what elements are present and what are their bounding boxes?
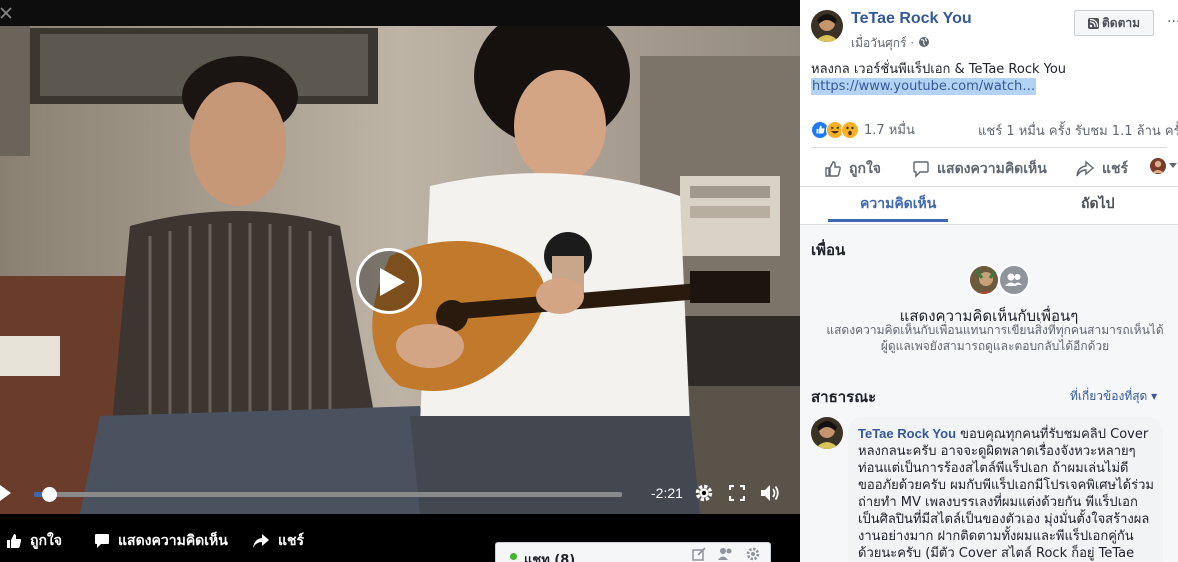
- tab-next[interactable]: ถัดไป: [1081, 193, 1115, 215]
- play-icon: [380, 268, 405, 296]
- comment-label: แสดงความคิดเห็น: [937, 161, 1047, 177]
- friends-desc-line1: แสดงความคิดเห็นกับเพื่อนแทนการเขียนสิ่งท…: [826, 323, 1164, 337]
- video-like-label: ถูกใจ: [30, 533, 62, 549]
- post-text: หลงกล เวอร์ชั่นพีแร็ปเอก & TeTae Rock Yo…: [811, 62, 1067, 77]
- comment-outline-icon: [913, 161, 929, 178]
- video-share-button[interactable]: แชร์: [252, 530, 304, 552]
- like-label: ถูกใจ: [849, 161, 881, 177]
- share-label: แชร์: [1102, 161, 1129, 177]
- comment-author[interactable]: TeTae Rock You: [858, 426, 956, 441]
- page-name-link[interactable]: TeTae Rock You: [851, 10, 972, 28]
- friends-group-icon: [998, 264, 1030, 296]
- comment-body: ขอบคุณทุกคนที่รับชมคลิป Cover หลงกลนะครั…: [858, 427, 1154, 561]
- online-status-dot: [510, 553, 517, 560]
- video-comment-label: แสดงความคิดเห็น: [118, 533, 228, 549]
- divider: [800, 186, 1178, 187]
- comment-icon: [95, 534, 109, 548]
- post-link[interactable]: https://www.youtube.com/watch…: [811, 78, 1037, 95]
- user-avatar-small: [1150, 158, 1166, 174]
- post-stats[interactable]: แชร์ 1 หมื่น ครั้ง รับชม 1.1 ล้าน ครั้ง: [978, 120, 1178, 141]
- chat-settings-icon[interactable]: [746, 547, 760, 562]
- page-avatar[interactable]: [811, 10, 843, 42]
- commenter-avatar[interactable]: [811, 417, 843, 449]
- settings-gear-icon[interactable]: [694, 483, 714, 507]
- post-time-text: เมื่อวันศุกร์ ·: [851, 36, 915, 50]
- video-like-button[interactable]: ถูกใจ: [6, 530, 62, 552]
- post-side-panel: TeTae Rock You เมื่อวันศุกร์ · ติดตาม ··…: [800, 0, 1178, 562]
- chat-bar[interactable]: แชท (8): [495, 542, 771, 562]
- public-section-title: สาธารณะ: [811, 388, 877, 406]
- video-player[interactable]: -2:21 ถูกใจ แสดงความคิดเห็น แชร์ แชท (8): [0, 0, 800, 562]
- video-comment-button[interactable]: แสดงความคิดเห็น: [94, 530, 228, 552]
- thumbs-up-icon: [7, 534, 22, 548]
- friends-section-title: เพื่อน: [811, 241, 846, 259]
- comment-bubble: TeTae Rock You ขอบคุณทุกคนที่รับชมคลิป C…: [848, 417, 1163, 562]
- friends-desc-line2: ผู้ดูแลเพจยังสามารถดูและตอบกลับได้อีกด้ว…: [880, 339, 1110, 353]
- video-share-label: แชร์: [278, 533, 305, 549]
- share-outline-icon: [1076, 160, 1095, 177]
- reactions-count: 1.7 หมื่น: [864, 123, 915, 138]
- wow-reaction-icon: [841, 120, 859, 139]
- progress-bar[interactable]: [34, 487, 622, 502]
- progress-scrubber[interactable]: [41, 487, 57, 502]
- play-small-icon[interactable]: [0, 485, 12, 505]
- add-people-icon[interactable]: [718, 547, 734, 562]
- share-arrow-icon: [253, 534, 269, 548]
- sort-dropdown[interactable]: ที่เกี่ยวข้องที่สุด ▾: [1070, 387, 1157, 406]
- comment-button[interactable]: แสดงความคิดเห็น: [912, 158, 1047, 180]
- friends-description: แสดงความคิดเห็นกับเพื่อนแทนการเขียนสิ่งท…: [812, 322, 1178, 354]
- time-remaining: -2:21: [651, 485, 683, 501]
- more-options-icon[interactable]: ···: [1167, 14, 1178, 30]
- video-topbar: [0, 0, 800, 26]
- post-action-bar: ถูกใจ แสดงความคิดเห็น แชร์: [800, 148, 1178, 186]
- globe-icon: [918, 37, 929, 47]
- close-icon[interactable]: [0, 4, 12, 23]
- follow-label: ติดตาม: [1101, 15, 1141, 30]
- like-button[interactable]: ถูกใจ: [824, 158, 881, 180]
- tab-comments[interactable]: ความคิดเห็น: [860, 193, 936, 215]
- tab-active-indicator: [828, 219, 948, 222]
- post-as-selector[interactable]: [1150, 158, 1177, 174]
- reactions-summary[interactable]: 1.7 หมื่น: [811, 119, 915, 140]
- video-frame[interactable]: [0, 26, 800, 514]
- new-message-icon[interactable]: [692, 547, 706, 562]
- post-timestamp[interactable]: เมื่อวันศุกร์ ·: [851, 34, 930, 53]
- thumbs-up-outline-icon: [825, 161, 841, 177]
- follow-button[interactable]: ติดตาม: [1074, 10, 1154, 36]
- share-button[interactable]: แชร์: [1075, 158, 1128, 180]
- fullscreen-icon[interactable]: [728, 484, 746, 505]
- chat-label: แชท (8): [524, 553, 576, 562]
- follow-rss-icon: [1087, 17, 1099, 29]
- friend-avatar: [968, 264, 1000, 296]
- volume-icon[interactable]: [760, 483, 782, 507]
- play-button[interactable]: [356, 248, 422, 314]
- comment-text: TeTae Rock You ขอบคุณทุกคนที่รับชมคลิป C…: [858, 425, 1156, 562]
- caret-down-icon: [1169, 163, 1177, 168]
